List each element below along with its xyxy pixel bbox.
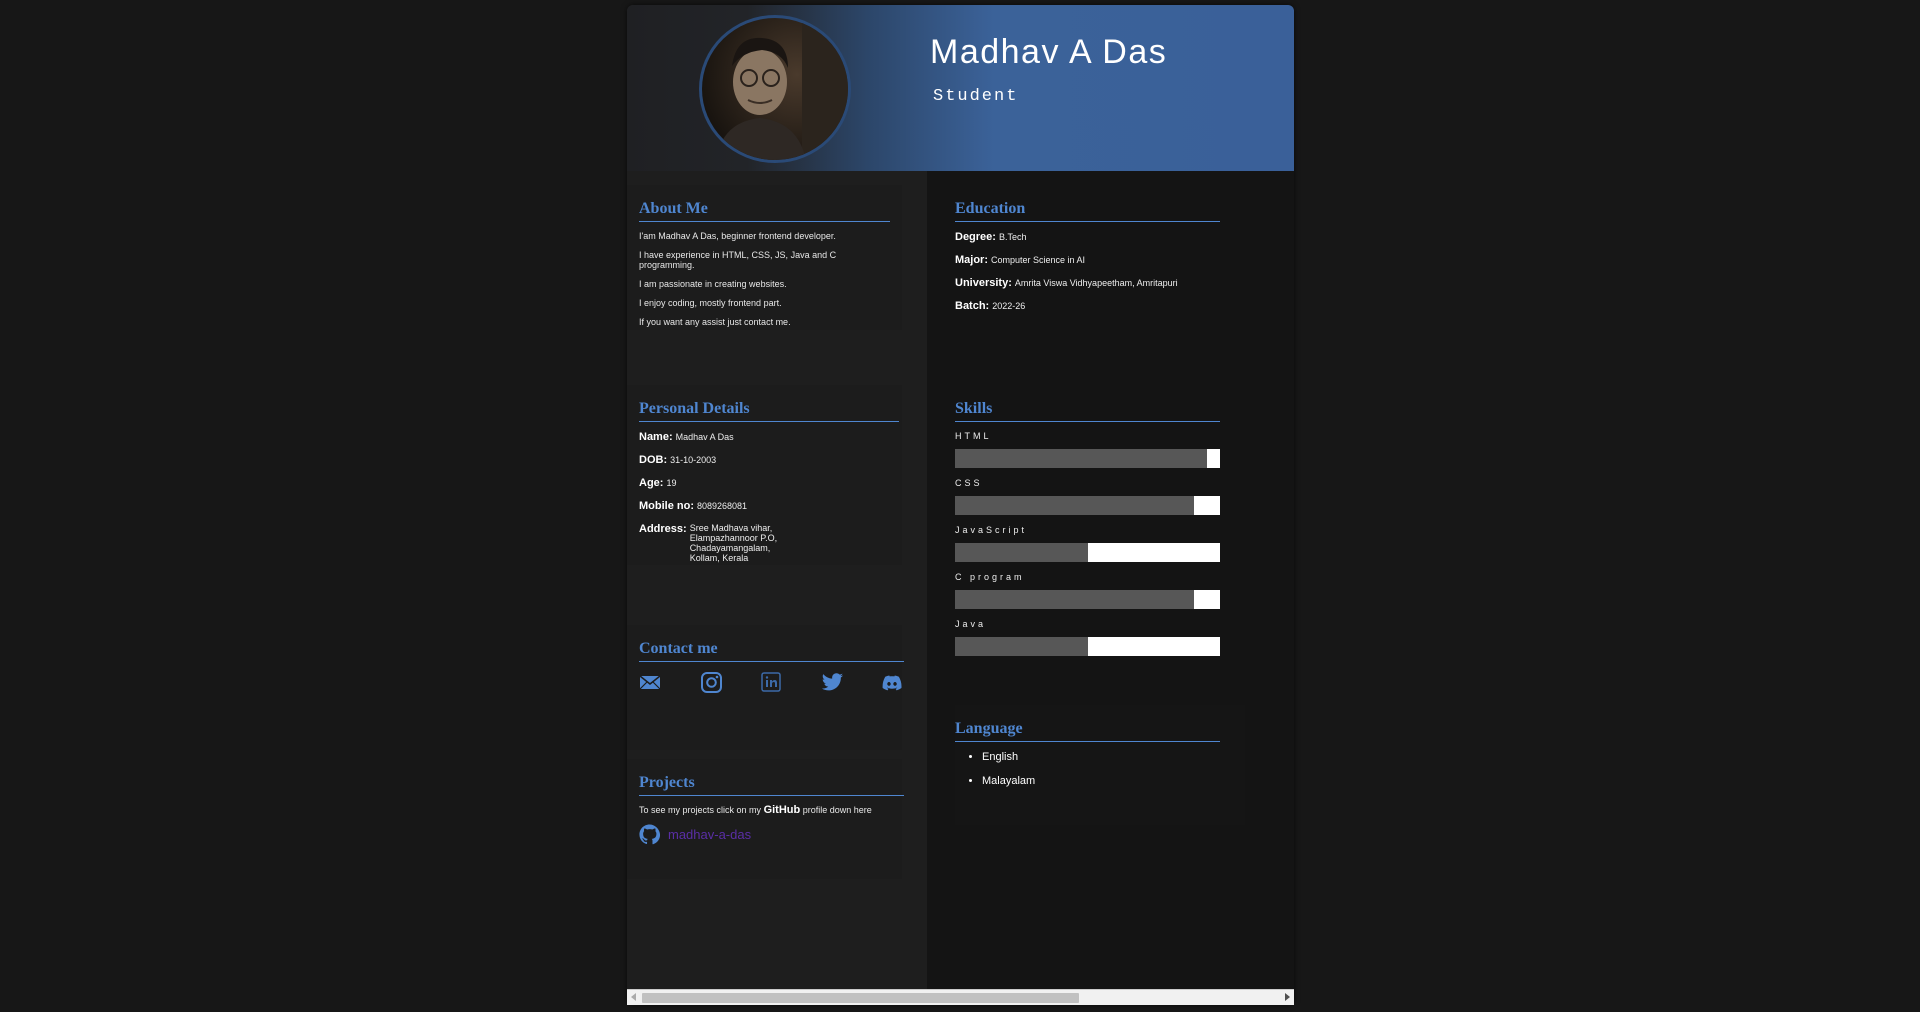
skill-label: Java xyxy=(955,619,987,629)
projects-text-after: profile down here xyxy=(802,805,872,815)
about-line: I'am Madhav A Das, beginner frontend dev… xyxy=(639,231,836,241)
address-label: Address: xyxy=(639,523,687,535)
about-line: I am passionate in creating websites. xyxy=(639,279,787,289)
skill-bar-fill xyxy=(955,496,1194,515)
instagram-icon[interactable] xyxy=(700,671,723,694)
skill-list: HTML CSS JavaScript C program Java xyxy=(955,431,1245,656)
degree-value: B.Tech xyxy=(998,232,1027,242)
projects-text: To see my projects click on my GitHub pr… xyxy=(639,804,890,816)
skill-bar-fill xyxy=(955,590,1194,609)
skill-bar xyxy=(955,637,1220,656)
projects-text-before: To see my projects click on my xyxy=(639,805,762,815)
about-title: About Me xyxy=(639,200,890,222)
age-label: Age: xyxy=(639,477,664,489)
resume-card: Madhav A Das Student About Me I'am Madha… xyxy=(627,5,1294,1005)
address-value: Sree Madhava vihar, Elampazhannoor P.O, … xyxy=(690,523,777,563)
personal-address: Address: Sree Madhava vihar, Elampazhann… xyxy=(639,523,890,563)
twitter-icon[interactable] xyxy=(821,671,844,694)
dob-value: 31-10-2003 xyxy=(670,455,717,465)
linkedin-icon[interactable] xyxy=(760,671,783,694)
language-list: English Malayalam xyxy=(955,751,1245,787)
skill-bar-fill xyxy=(955,543,1088,562)
personal-dob: DOB: 31-10-2003 xyxy=(639,454,890,466)
profile-name: Madhav A Das xyxy=(930,33,1168,71)
about-section: About Me I'am Madhav A Das, beginner fro… xyxy=(627,185,902,330)
scroll-left-icon[interactable] xyxy=(631,993,636,1001)
education-university: University: Amrita Viswa Vidhyapeetham, A… xyxy=(955,277,1245,289)
mail-icon[interactable] xyxy=(639,671,662,694)
address-line: Chadayamangalam, xyxy=(689,543,771,553)
personal-age: Age: 19 xyxy=(639,477,890,489)
mobile-label: Mobile no: xyxy=(639,500,694,512)
name-label: Name: xyxy=(639,431,673,443)
university-value: Amrita Viswa Vidhyapeetham, Amritapuri xyxy=(1014,278,1178,288)
degree-label: Degree: xyxy=(955,231,996,243)
education-section: Education Degree: B.Tech Major: Computer S… xyxy=(955,185,1245,330)
about-line: If you want any assist just contact me. xyxy=(639,317,791,327)
education-major: Major: Computer Science in AI xyxy=(955,254,1245,266)
contact-section: Contact me xyxy=(627,625,904,750)
skill-bar xyxy=(955,449,1220,468)
github-link-row[interactable]: madhav-a-das xyxy=(639,824,890,845)
dob-label: DOB: xyxy=(639,454,668,466)
contact-icons xyxy=(639,671,904,694)
major-label: Major: xyxy=(955,254,988,266)
skill-bar xyxy=(955,543,1220,562)
address-line: Kollam, Kerala xyxy=(689,553,749,563)
header: Madhav A Das Student xyxy=(627,5,1294,171)
about-line: I have experience in HTML, CSS, JS, Java… xyxy=(639,250,837,270)
batch-value: 2022-26 xyxy=(992,301,1026,311)
contact-title: Contact me xyxy=(639,640,904,662)
skill-label: C program xyxy=(955,572,1025,582)
skills-title: Skills xyxy=(955,400,1220,422)
education-batch: Batch: 2022-26 xyxy=(955,300,1245,312)
skill-label: CSS xyxy=(955,478,983,488)
education-title: Education xyxy=(955,200,1220,222)
address-line: Sree Madhava vihar, xyxy=(689,523,773,533)
language-section: Language English Malayalam xyxy=(955,705,1245,825)
education-degree: Degree: B.Tech xyxy=(955,231,1245,243)
skill-label: HTML xyxy=(955,431,992,441)
skill-bar-fill xyxy=(955,637,1088,656)
language-item: Malayalam xyxy=(982,775,1245,787)
personal-name: Name: Madhav A Das xyxy=(639,431,890,443)
github-icon xyxy=(639,824,661,845)
avatar xyxy=(699,15,851,163)
about-line: I enjoy coding, mostly frontend part. xyxy=(639,298,782,308)
github-link[interactable]: madhav-a-das xyxy=(668,827,751,842)
personal-mobile: Mobile no: 8089268081 xyxy=(639,500,890,512)
profile-photo xyxy=(702,18,848,160)
scrollbar-thumb[interactable] xyxy=(642,993,1079,1003)
university-label: University: xyxy=(955,277,1012,289)
personal-section: Personal Details Name: Madhav A Das DOB: 3… xyxy=(627,385,902,565)
projects-section: Projects To see my projects click on my … xyxy=(627,759,904,879)
mobile-value: 8089268081 xyxy=(697,501,748,511)
skill-bar xyxy=(955,590,1220,609)
scroll-right-icon[interactable] xyxy=(1285,993,1290,1001)
age-value: 19 xyxy=(666,478,677,488)
address-line: Elampazhannoor P.O, xyxy=(689,533,778,543)
skills-section: Skills HTML CSS JavaScript C program Java xyxy=(955,385,1245,675)
batch-label: Batch: xyxy=(955,300,990,312)
profile-role: Student xyxy=(933,87,1019,106)
skill-bar-fill xyxy=(955,449,1207,468)
projects-github-word: GitHub xyxy=(763,804,801,816)
skill-label: JavaScript xyxy=(955,525,1028,535)
discord-icon[interactable] xyxy=(881,671,904,694)
language-item: English xyxy=(982,751,1245,763)
language-title: Language xyxy=(955,720,1220,742)
major-value: Computer Science in AI xyxy=(991,255,1086,265)
horizontal-scrollbar[interactable] xyxy=(627,989,1294,1005)
projects-title: Projects xyxy=(639,774,904,796)
name-value: Madhav A Das xyxy=(675,432,734,442)
skill-bar xyxy=(955,496,1220,515)
personal-title: Personal Details xyxy=(639,400,899,422)
